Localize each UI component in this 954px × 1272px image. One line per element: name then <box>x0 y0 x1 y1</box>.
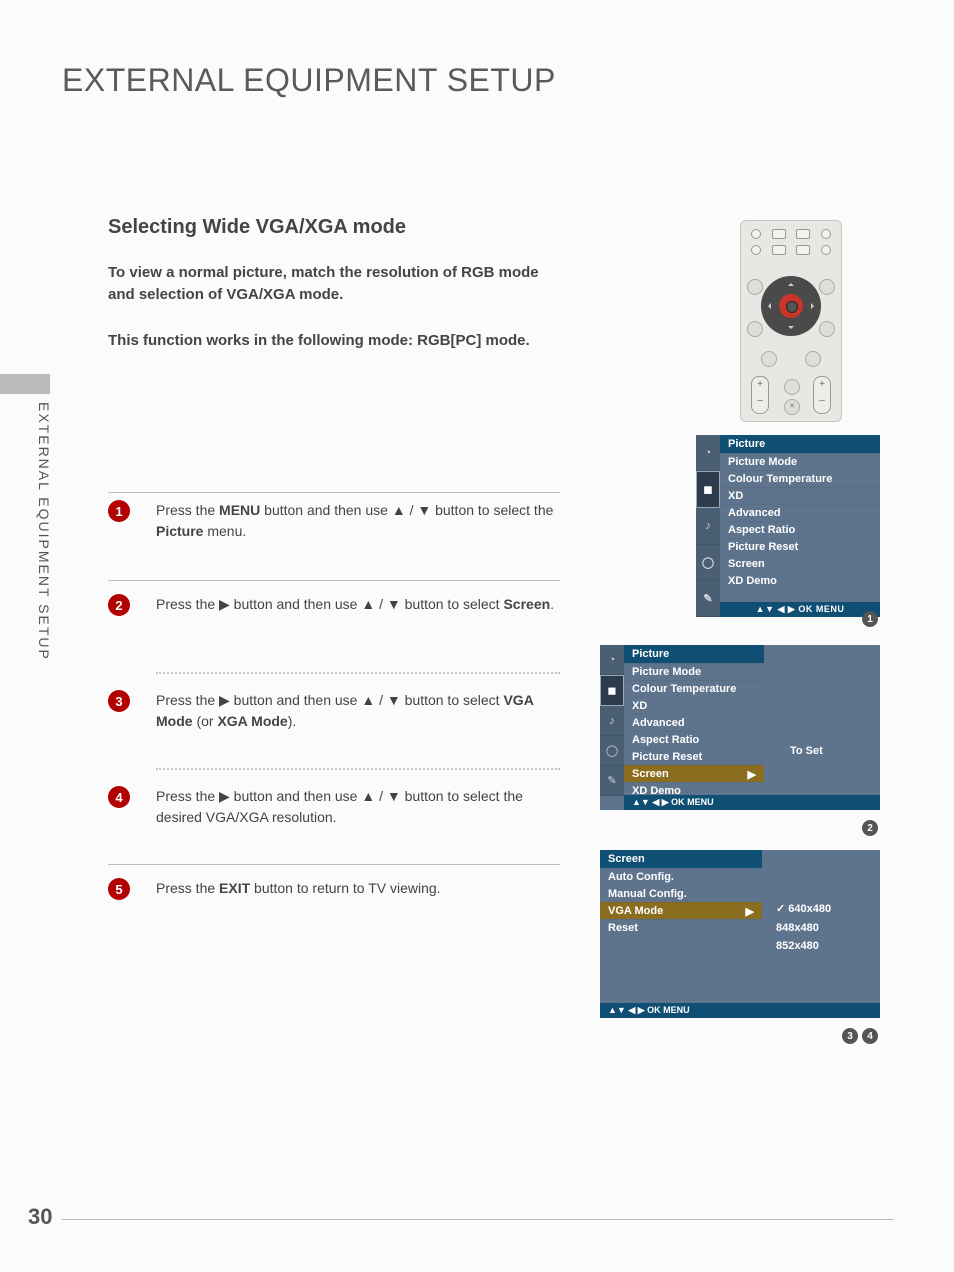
page-number: 30 <box>28 1204 52 1230</box>
callout-1: 1 <box>862 611 878 627</box>
remote-channel: +– <box>813 376 831 414</box>
osd-option: 848x480 <box>776 919 831 938</box>
osd-item: Advanced <box>624 714 764 731</box>
osd-item: XD Demo <box>720 572 880 589</box>
step-number: 4 <box>108 786 130 808</box>
osd-tab-icon: ◼ <box>600 675 624 706</box>
osd-item: Reset <box>600 919 762 936</box>
step-text: Press the EXIT button to return to TV vi… <box>156 878 556 899</box>
osd-header: Picture <box>624 645 764 663</box>
remote-control: +– +– ✕ <box>740 220 842 422</box>
osd-item: Picture Mode <box>624 663 764 680</box>
remote-btn <box>819 279 835 295</box>
divider <box>108 864 560 865</box>
callout-3: 3 <box>842 1028 858 1044</box>
osd-screen-menu: Screen Auto Config. Manual Config. VGA M… <box>600 850 880 1018</box>
sidebar-tab <box>0 374 50 394</box>
osd-item-selected: VGA Mode▶ <box>600 902 762 919</box>
footer-rule <box>62 1219 894 1220</box>
step-text: Press the ▶ button and then use ▲ / ▼ bu… <box>156 786 556 828</box>
osd-option-checked: 640x480 <box>776 900 831 919</box>
remote-btn <box>796 229 810 239</box>
osd-item: Picture Mode <box>720 453 880 470</box>
osd-header: Picture <box>720 435 880 453</box>
osd-options: 640x480 848x480 852x480 <box>776 900 831 956</box>
remote-btn <box>751 229 761 239</box>
osd-picture-menu-1: ◔ ◼ ♪ ◯ ✎ Picture Picture Mode Colour Te… <box>720 435 880 617</box>
step-number: 1 <box>108 500 130 522</box>
osd-footer: ▲▼ ◀ ▶ OK MENU <box>624 795 880 810</box>
step-number: 2 <box>108 594 130 616</box>
osd-tab-icon: ✎ <box>600 766 624 796</box>
remote-btn <box>784 379 800 395</box>
osd-item-selected: Screen▶ <box>624 765 764 782</box>
osd-item: Aspect Ratio <box>720 521 880 538</box>
osd-picture-menu-2: ◔ ◼ ♪ ◯ ✎ Picture Picture Mode Colour Te… <box>600 645 880 810</box>
divider <box>108 580 560 581</box>
osd-tab-icon: ♪ <box>600 706 624 736</box>
dotted-divider <box>156 672 560 674</box>
remote-btn <box>772 245 786 255</box>
osd-item: Picture Reset <box>720 538 880 555</box>
osd-tab-icon: ◼ <box>696 471 720 508</box>
osd-tab-icon: ◔ <box>600 645 624 675</box>
osd-header: Screen <box>600 850 762 868</box>
page-title: EXTERNAL EQUIPMENT SETUP <box>62 62 556 99</box>
step-text: Press the ▶ button and then use ▲ / ▼ bu… <box>156 690 556 732</box>
step-text: Press the ▶ button and then use ▲ / ▼ bu… <box>156 594 556 615</box>
remote-btn <box>805 351 821 367</box>
remote-btn <box>821 229 831 239</box>
dotted-divider <box>156 768 560 770</box>
remote-volume: +– <box>751 376 769 414</box>
intro-text-1: To view a normal picture, match the reso… <box>108 262 548 306</box>
remote-btn <box>772 229 786 239</box>
osd-tab-icon: ♪ <box>696 508 720 544</box>
osd-item: Advanced <box>720 504 880 521</box>
osd-tab-icon: ◯ <box>600 736 624 766</box>
step-text: Press the MENU button and then use ▲ / ▼… <box>156 500 556 542</box>
remote-btn <box>761 351 777 367</box>
osd-tab-icon: ✎ <box>696 581 720 617</box>
sidebar-label: EXTERNAL EQUIPMENT SETUP <box>36 402 52 661</box>
osd-right-label: To Set <box>790 745 823 757</box>
remote-dpad <box>761 276 821 336</box>
osd-item: Manual Config. <box>600 885 762 902</box>
callout-4: 4 <box>862 1028 878 1044</box>
osd-option: 852x480 <box>776 937 831 956</box>
remote-btn: ✕ <box>784 399 800 415</box>
remote-btn <box>796 245 810 255</box>
step-number: 3 <box>108 690 130 712</box>
osd-item: Screen <box>720 555 880 572</box>
remote-btn <box>819 321 835 337</box>
osd-item: XD <box>720 487 880 504</box>
section-subtitle: Selecting Wide VGA/XGA mode <box>108 216 406 239</box>
osd-tab-icon: ◔ <box>696 435 720 471</box>
osd-footer: ▲▼ ◀ ▶ OK MENU <box>720 602 880 617</box>
callout-2: 2 <box>862 820 878 836</box>
remote-btn <box>751 245 761 255</box>
remote-btn <box>821 245 831 255</box>
step-number: 5 <box>108 878 130 900</box>
osd-item: Auto Config. <box>600 868 762 885</box>
osd-item: Colour Temperature <box>624 680 764 697</box>
osd-tab-icon: ◯ <box>696 545 720 581</box>
osd-item: Aspect Ratio <box>624 731 764 748</box>
intro-text-2: This function works in the following mod… <box>108 332 530 349</box>
osd-item: Picture Reset <box>624 748 764 765</box>
osd-item: Colour Temperature <box>720 470 880 487</box>
osd-item: XD <box>624 697 764 714</box>
osd-spacer <box>720 589 880 602</box>
osd-footer: ▲▼ ◀ ▶ OK MENU <box>600 1003 880 1018</box>
divider <box>108 492 560 493</box>
